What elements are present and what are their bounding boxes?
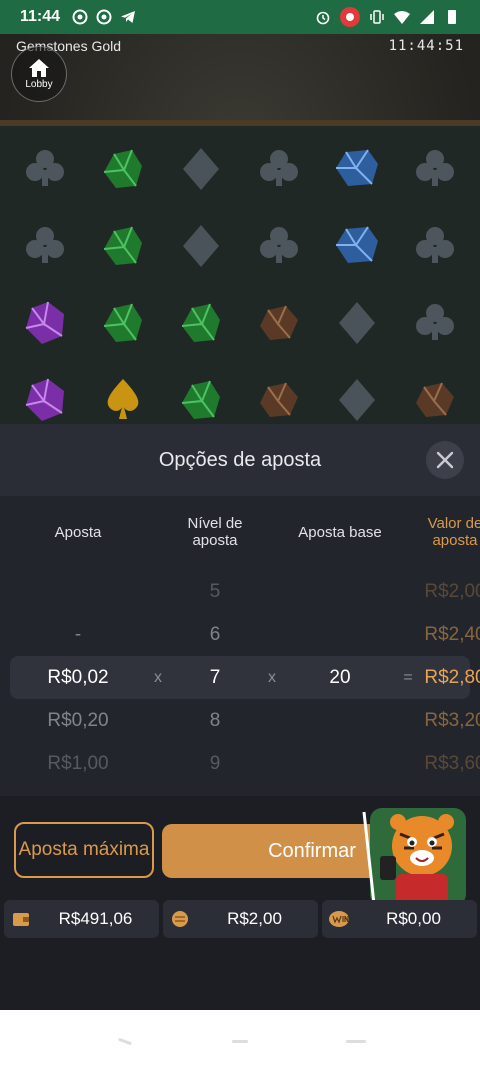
close-button[interactable] xyxy=(426,441,464,479)
record-icon xyxy=(340,7,360,27)
bet-options-panel: Opções de aposta Aposta Nível de aposta … xyxy=(0,424,480,1010)
diamond-symbol-icon xyxy=(162,207,240,284)
times-operator: x xyxy=(154,668,162,686)
target-icon xyxy=(96,9,112,25)
status-time: 11:44 xyxy=(20,8,61,25)
header-base: Aposta base xyxy=(298,523,382,541)
nivel-value: 5 xyxy=(209,580,221,602)
club-symbol-icon xyxy=(240,207,318,284)
max-bet-button[interactable]: Aposta máxima xyxy=(14,822,154,878)
brown-symbol-icon xyxy=(396,361,474,424)
club-symbol-icon xyxy=(240,130,318,207)
equals-operator: = xyxy=(403,668,413,686)
valor-value: R$2,00 xyxy=(424,580,480,602)
diamond-symbol-icon xyxy=(318,361,396,424)
picker-row-selected[interactable]: R$0,02 x 7 x 20 = R$2,80 xyxy=(10,656,480,699)
telegram-icon xyxy=(120,9,136,25)
balance-stat: R$491,06 xyxy=(4,900,159,938)
header-nivel: Nível de aposta xyxy=(187,515,243,549)
column-headers: Aposta Nível de aposta Aposta base Valor… xyxy=(0,512,480,552)
blue-symbol-icon xyxy=(318,207,396,284)
valor-value: R$2,40 xyxy=(424,623,480,645)
alarm-icon xyxy=(315,9,331,25)
coins-icon xyxy=(169,908,191,930)
aposta-value: R$1,00 xyxy=(47,752,109,774)
picker-row[interactable]: R$1,00 9 R$3,60 xyxy=(0,742,480,785)
purple-symbol-icon xyxy=(6,361,84,424)
green-symbol-icon xyxy=(162,361,240,424)
home-gesture-icon[interactable] xyxy=(232,1040,248,1043)
brown-symbol-icon xyxy=(240,361,318,424)
green-symbol-icon xyxy=(84,284,162,361)
win-value: R$0,00 xyxy=(386,909,441,928)
club-symbol-icon xyxy=(396,130,474,207)
lobby-label: Lobby xyxy=(25,79,53,90)
diamond-symbol-icon xyxy=(162,130,240,207)
valor-value: R$3,20 xyxy=(424,709,480,731)
purple-symbol-icon xyxy=(6,284,84,361)
vibrate-icon xyxy=(369,9,385,25)
diamond-symbol-icon xyxy=(318,284,396,361)
header-valor: Valor de aposta xyxy=(427,515,480,549)
aposta-value: - xyxy=(74,623,82,645)
back-gesture-icon[interactable] xyxy=(117,1037,133,1046)
symbol-grid xyxy=(6,130,474,424)
win-icon xyxy=(328,908,350,930)
close-icon xyxy=(436,451,454,469)
wallet-icon xyxy=(10,908,32,930)
header-aposta: Aposta xyxy=(54,523,102,541)
nivel-value: 9 xyxy=(209,752,221,774)
picker-row[interactable]: 5 R$2,00 xyxy=(0,570,480,613)
nivel-value: 6 xyxy=(209,623,221,645)
green-symbol-icon xyxy=(84,130,162,207)
nivel-value: 7 xyxy=(209,666,221,688)
picker-row[interactable]: R$0,20 8 R$3,20 xyxy=(0,699,480,742)
bet-stat: R$2,00 xyxy=(163,900,318,938)
green-symbol-icon xyxy=(84,207,162,284)
bet-picker[interactable]: 5 R$2,00 - 6 R$2,40 R$0,02 x 7 x 20 = R$… xyxy=(0,570,480,785)
stats-bar: R$491,06 R$2,00 R$0,00 xyxy=(4,900,477,938)
aposta-value: R$0,20 xyxy=(47,709,109,731)
green-symbol-icon xyxy=(162,284,240,361)
panel-title: Opções de aposta xyxy=(158,448,322,471)
status-bar: 11:44 xyxy=(0,0,480,34)
times-operator: x xyxy=(268,668,276,686)
android-nav-bar xyxy=(0,1010,480,1066)
win-stat: R$0,00 xyxy=(322,900,477,938)
valor-value: R$3,60 xyxy=(424,752,480,774)
club-symbol-icon xyxy=(396,284,474,361)
battery-icon xyxy=(444,9,460,25)
bet-value: R$2,00 xyxy=(227,909,282,928)
action-bar: Aposta máxima Confirmar R$491,06 R$2,00 … xyxy=(0,796,480,1010)
valor-value: R$2,80 xyxy=(424,666,480,688)
wifi-icon xyxy=(394,9,410,25)
spade-symbol-icon xyxy=(84,361,162,424)
tiger-mascot-image xyxy=(360,804,470,908)
club-symbol-icon xyxy=(6,130,84,207)
recents-gesture-icon[interactable] xyxy=(346,1040,366,1043)
signal-icon xyxy=(419,9,435,25)
club-symbol-icon xyxy=(396,207,474,284)
nivel-value: 8 xyxy=(209,709,221,731)
brown-symbol-icon xyxy=(240,284,318,361)
picker-row[interactable]: - 6 R$2,40 xyxy=(0,613,480,656)
home-icon xyxy=(29,59,49,77)
balance-value: R$491,06 xyxy=(58,909,133,928)
base-value: 20 xyxy=(329,666,351,688)
game-area: Gemstones Gold 11:44:51 Lobby xyxy=(0,34,480,424)
club-symbol-icon xyxy=(6,207,84,284)
aposta-value: R$0,02 xyxy=(47,666,109,688)
panel-header: Opções de aposta xyxy=(0,424,480,496)
blue-symbol-icon xyxy=(318,130,396,207)
lobby-button[interactable]: Lobby xyxy=(11,46,67,102)
game-clock: 11:44:51 xyxy=(388,38,464,54)
target-icon xyxy=(72,9,88,25)
